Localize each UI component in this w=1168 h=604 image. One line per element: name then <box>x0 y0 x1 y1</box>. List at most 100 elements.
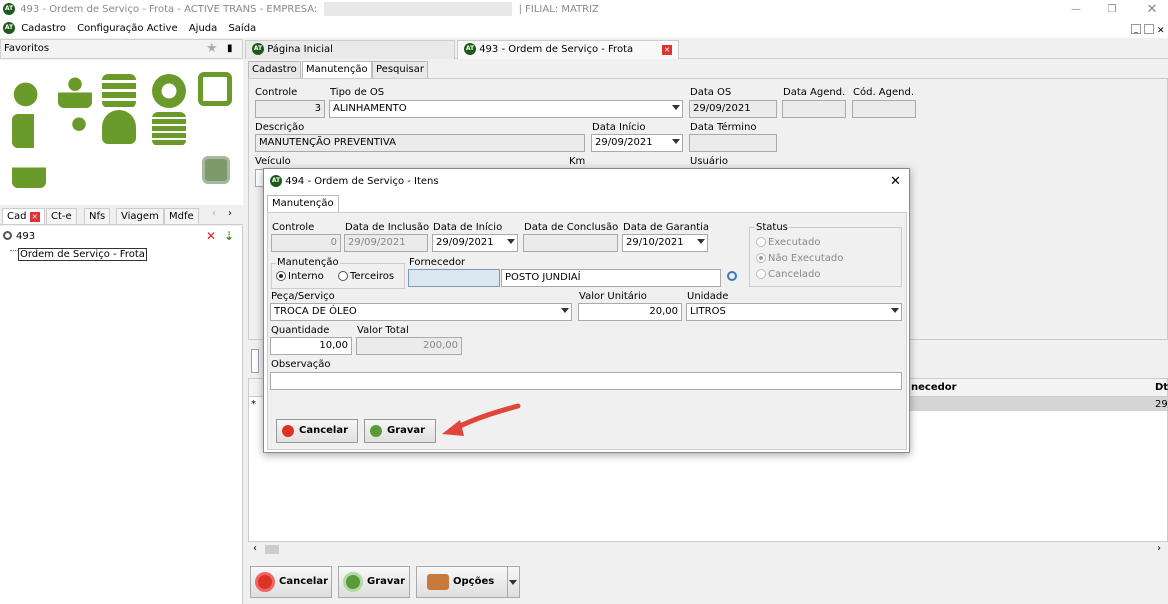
cod-agend-field[interactable] <box>852 100 916 118</box>
garage-icon[interactable] <box>152 112 186 146</box>
quantidade-field[interactable]: 10,00 <box>270 337 352 355</box>
data-os-field[interactable]: 29/09/2021 <box>689 100 777 118</box>
valor-unit-field[interactable]: 20,00 <box>578 303 682 321</box>
tipo-os-select[interactable]: ALINHAMENTO <box>329 100 683 118</box>
horizontal-scrollbar[interactable] <box>249 543 1167 555</box>
scroll-left-icon[interactable]: ‹ <box>253 543 257 554</box>
tire-icon[interactable] <box>152 74 186 108</box>
search-fornecedor-icon[interactable] <box>727 271 737 281</box>
favorites-label: Favoritos <box>4 43 50 54</box>
download-icon[interactable]: ⇣ <box>224 229 234 243</box>
scroll-right-icon[interactable]: › <box>1157 543 1161 554</box>
dialog-cancelar-button[interactable]: Cancelar <box>276 419 358 443</box>
search-input[interactable]: 493 <box>16 231 35 242</box>
status-nao-executado[interactable]: Não Executado <box>756 253 843 264</box>
minimize-icon[interactable]: — <box>1070 0 1082 20</box>
tab-cad[interactable]: Cad ✕ <box>2 208 45 224</box>
factory-icon[interactable] <box>12 154 46 188</box>
pin-icon[interactable]: ▮ <box>227 40 233 58</box>
restore-icon[interactable]: ❐ <box>1106 0 1118 20</box>
scroll-thumb[interactable] <box>265 545 279 554</box>
tab-scroll-left-icon[interactable]: ‹ <box>212 208 216 219</box>
data-inicio-field[interactable]: 29/09/2021 <box>432 234 518 252</box>
data-inicio-field[interactable]: 29/09/2021 <box>591 134 683 152</box>
close-icon[interactable]: ✕ <box>1146 0 1158 20</box>
opcoes-button[interactable]: Opções <box>416 566 520 598</box>
table-row[interactable] <box>899 397 1167 411</box>
status-cancelado[interactable]: Cancelado <box>756 269 820 280</box>
tab-manutencao[interactable]: Manutenção <box>302 61 372 79</box>
annotation-arrow-icon <box>442 403 521 436</box>
tree-item-ordem-servico[interactable]: Ordem de Serviço - Frota <box>18 248 147 261</box>
dialog-cancelar-label: Cancelar <box>299 425 349 436</box>
menu-ajuda[interactable]: Ajuda <box>189 23 217 34</box>
tab-pesquisar[interactable]: Pesquisar <box>372 61 428 79</box>
tab-manutencao-dialog[interactable]: Manutenção <box>267 195 339 213</box>
manutencao-terceiros[interactable]: Terceiros <box>338 271 394 282</box>
data-termino-label: Data Término <box>690 122 757 133</box>
mechanic-icon[interactable] <box>102 110 136 144</box>
tab-scroll-right-icon[interactable]: › <box>228 208 232 219</box>
observacao-field[interactable] <box>270 372 902 390</box>
tab-nfs[interactable]: Nfs <box>84 208 111 224</box>
data-inclusao-field[interactable]: 29/09/2021 <box>344 234 428 252</box>
data-garantia-field[interactable]: 29/10/2021 <box>622 234 708 252</box>
menu-saida[interactable]: Saída <box>228 23 256 34</box>
quantidade-label: Quantidade <box>271 325 330 336</box>
fornecedor-name-field[interactable]: POSTO JUNDIAÍ <box>501 269 721 287</box>
manutencao-interno[interactable]: Interno <box>276 271 324 282</box>
descricao-field[interactable]: MANUTENÇÃO PREVENTIVA <box>255 134 585 152</box>
chevron-down-icon <box>507 239 515 244</box>
clear-search-icon[interactable]: ✕ <box>206 229 216 243</box>
mdi-minimize-icon[interactable]: _ <box>1131 24 1141 34</box>
driver-icon[interactable] <box>58 74 92 108</box>
tab-ordem-servico[interactable]: AT 493 - Ordem de Serviço - Frota ✕ <box>457 40 679 59</box>
radio-selected-icon <box>756 253 766 263</box>
opcoes-dropdown-button[interactable] <box>507 566 520 598</box>
route-icon[interactable] <box>12 74 46 108</box>
dialog-gravar-button[interactable]: Gravar <box>364 419 436 443</box>
tab-viagem[interactable]: Viagem <box>116 208 164 224</box>
data-inclusao-label: Data de Inclusão <box>345 222 430 233</box>
menu-configuracao[interactable]: Configuração Active <box>77 23 178 34</box>
bottom-toolbar: Cancelar Gravar Opções <box>248 560 1168 604</box>
fornecedor-code-field[interactable] <box>408 269 500 287</box>
star-icon[interactable]: ★ <box>206 40 218 58</box>
controle-field[interactable]: 0 <box>271 234 341 252</box>
status-executado[interactable]: Executado <box>756 237 820 248</box>
observacao-label: Observação <box>271 359 331 370</box>
unidade-select[interactable]: LITROS <box>686 303 902 321</box>
gravar-button[interactable]: Gravar <box>338 566 410 598</box>
data-termino-field[interactable] <box>689 134 777 152</box>
menu-cadastro[interactable]: Cadastro <box>21 23 66 34</box>
dialog-close-icon[interactable]: ✕ <box>890 169 901 194</box>
data-agend-field[interactable] <box>782 100 846 118</box>
controle-field[interactable]: 3 <box>255 100 325 118</box>
data-inicio-label: Data Início <box>592 122 646 133</box>
dt-header: Dt <box>1155 382 1168 393</box>
delivery-truck-icon[interactable] <box>12 114 46 148</box>
fornecedor-label: Fornecedor <box>409 257 466 268</box>
bus-icon[interactable] <box>198 72 232 106</box>
tab-cte[interactable]: Ct-e <box>46 208 77 224</box>
trash-icon[interactable] <box>202 156 230 184</box>
peca-value: TROCA DE ÓLEO <box>274 306 357 317</box>
close-tab-icon[interactable]: ✕ <box>29 212 40 222</box>
radio-selected-icon <box>276 271 286 281</box>
mdi-close-icon[interactable]: ✕ <box>1157 22 1167 40</box>
row-dt-cell: 29/ <box>1155 399 1168 410</box>
grid-left-tab <box>251 349 259 373</box>
tab-pagina-inicial[interactable]: AT Página Inicial <box>245 40 455 59</box>
tab-cadastro[interactable]: Cadastro <box>248 61 301 79</box>
close-tab-icon[interactable]: ✕ <box>662 45 672 55</box>
mdi-restore-icon[interactable] <box>1144 24 1154 34</box>
valor-total-field[interactable]: 200,00 <box>356 337 462 355</box>
data-conclusao-field[interactable] <box>523 234 618 252</box>
chevron-down-icon <box>672 139 680 144</box>
peca-select[interactable]: TROCA DE ÓLEO <box>270 303 572 321</box>
steering-driver-icon[interactable] <box>62 114 96 148</box>
cancelar-button[interactable]: Cancelar <box>250 566 332 598</box>
truck-fleet-icon[interactable] <box>102 74 136 108</box>
data-conclusao-label: Data de Conclusão <box>524 222 619 233</box>
tab-mdfe[interactable]: Mdfe <box>164 208 199 224</box>
